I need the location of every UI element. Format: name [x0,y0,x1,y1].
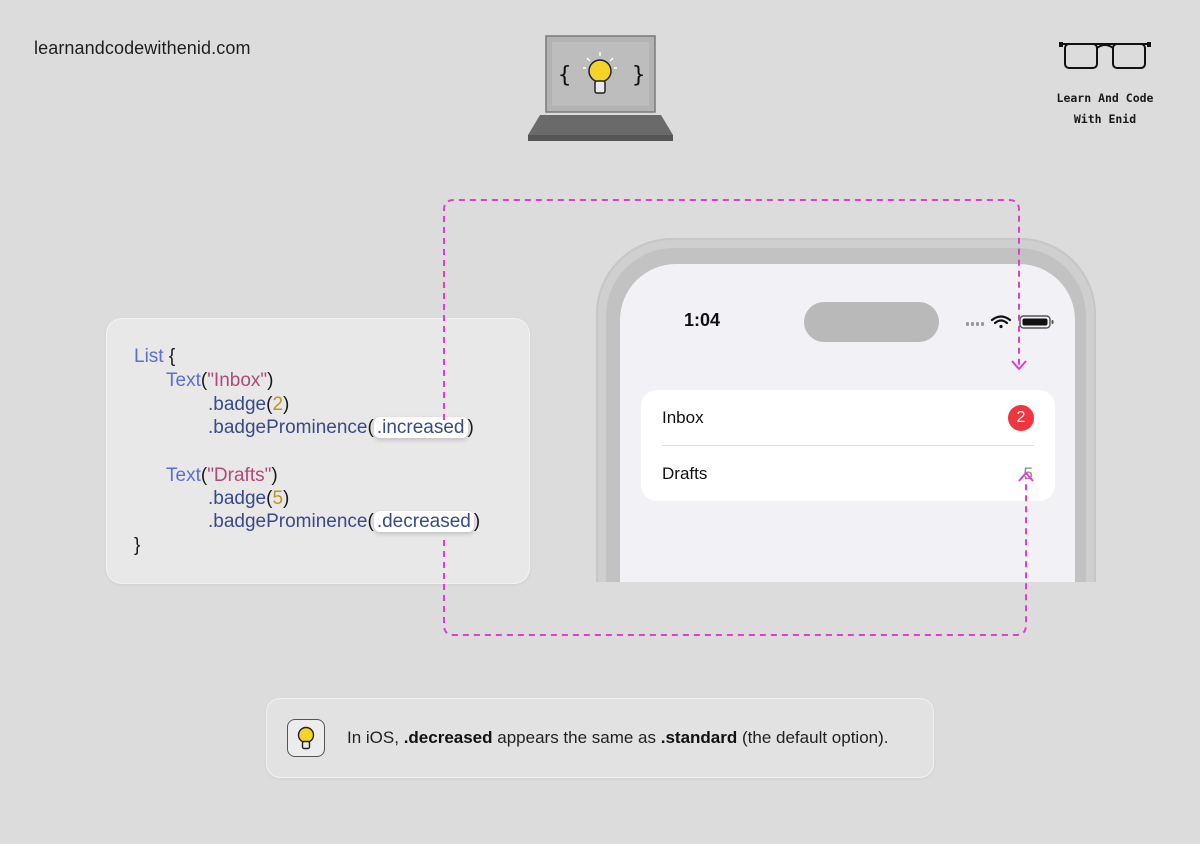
highlight-decreased: .decreased [373,511,474,532]
code-line-7: .badgeProminence(.decreased) [208,511,481,532]
code-line-2: Text("Inbox") [166,370,274,391]
code-line-8: } [134,535,141,556]
badge-decreased: 5 [1023,464,1033,483]
glasses-icon [1059,42,1151,69]
site-url: learnandcodewithenid.com [34,38,251,58]
status-bar-icons [966,315,1054,329]
status-time: 1:04 [684,310,721,330]
lightbulb-icon [287,719,325,757]
phone-screen: 1:04 Inbox 2 Drafts 5 [620,264,1075,582]
list-row-inbox[interactable]: Inbox 2 [641,390,1055,446]
info-note: In iOS, .decreased appears the same as .… [266,698,934,778]
note-text: In iOS, .decreased appears the same as .… [347,728,889,747]
highlight-increased: .increased [373,417,468,438]
wifi-icon [990,315,1012,329]
svg-text:}: } [632,63,645,88]
row-label-drafts: Drafts [662,464,708,483]
battery-icon [1019,315,1054,329]
laptop-lightbulb-code-icon: { } [528,35,673,141]
brand-line-2: With Enid [1073,112,1137,126]
code-line-5: Text("Drafts") [166,465,278,486]
row-label-inbox: Inbox [662,408,704,427]
cellular-signal-icon [966,322,984,326]
brand-line-1: Learn And Code [1056,91,1154,105]
code-line-6: .badge(5) [208,488,290,509]
badge-increased: 2 [1008,405,1034,431]
code-line-3: .badge(2) [208,394,290,415]
dynamic-island [804,302,939,342]
brand-logo: Learn And Code With Enid [1050,38,1160,130]
code-card: List { Text("Inbox") .badge(2) .badgePro… [106,318,530,584]
svg-text:{: { [558,63,571,88]
code-line-4: .badgeProminence(.increased) [208,417,474,438]
code-line-1: List { [134,346,176,367]
phone-mockup: 1:04 Inbox 2 Drafts 5 [596,238,1100,582]
list-row-drafts[interactable]: Drafts 5 [641,446,1055,501]
badge-list: Inbox 2 Drafts 5 [641,390,1055,501]
